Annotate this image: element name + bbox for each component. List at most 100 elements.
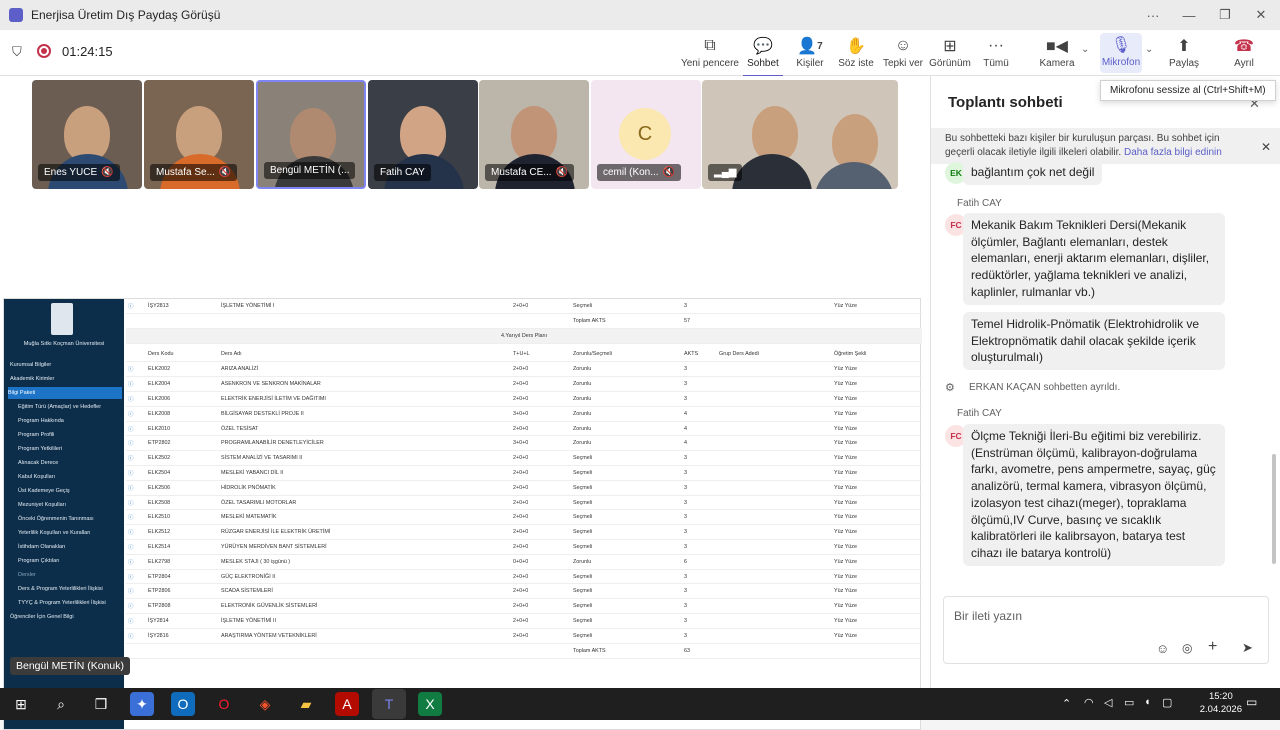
microphone-chevron-icon[interactable]: ⌄: [1145, 44, 1153, 55]
sidebar-subitem[interactable]: Yeterlilik Koşulları ve Kuralları: [18, 527, 130, 539]
sidebar-subitem[interactable]: Program Çıktıları: [18, 555, 130, 567]
brave-icon[interactable]: ◈: [253, 692, 277, 716]
table-cell: Yüz Yüze: [832, 598, 922, 615]
maximize-button[interactable]: ❐: [1208, 0, 1242, 30]
info-icon[interactable]: ⓘ: [126, 628, 146, 644]
info-icon[interactable]: ⓘ: [126, 569, 146, 585]
info-icon[interactable]: ⓘ: [126, 539, 146, 555]
sidebar-subitem[interactable]: Üst Kademeye Geçiş: [18, 485, 130, 497]
battery-icon[interactable]: ▭: [1124, 696, 1134, 709]
sidebar-subitem[interactable]: Ders & Program Yeterlilikleri İlişkisi: [18, 583, 130, 595]
more-options-icon[interactable]: ···: [1136, 0, 1170, 30]
chat-scrollbar[interactable]: [1272, 454, 1276, 564]
info-icon[interactable]: ⓘ: [126, 362, 146, 378]
wifi-icon[interactable]: ◠: [1084, 696, 1094, 709]
sidebar-subitem[interactable]: Program Profili: [18, 429, 130, 441]
table-cell: SİSTEM ANALİZİ VE TASARIMI II: [219, 450, 511, 467]
copilot-icon[interactable]: ✦: [130, 692, 154, 716]
info-icon[interactable]: ⓘ: [126, 554, 146, 570]
chat-message: Mekanik Bakım Teknikleri Dersi(Mekanik ö…: [963, 213, 1225, 305]
table-cell: ELK2506: [146, 480, 219, 496]
sidebar-subitem[interactable]: Kabul Koşulları: [18, 471, 130, 483]
table-cell: Yüz Yüze: [832, 376, 922, 393]
participant-tile[interactable]: Mustafa CE... 🔇: [479, 80, 589, 189]
close-button[interactable]: ✕: [1244, 0, 1278, 30]
outlook-icon[interactable]: O: [171, 692, 195, 716]
send-icon[interactable]: ➤: [1242, 640, 1253, 656]
share-button[interactable]: ⬆ Paylaş: [1154, 34, 1214, 74]
camera-chevron-icon[interactable]: ⌄: [1081, 44, 1089, 55]
info-icon[interactable]: ⓘ: [126, 613, 146, 629]
sidebar-subitem[interactable]: Alınacak Derece: [18, 457, 130, 469]
info-icon[interactable]: ⓘ: [126, 465, 146, 481]
opera-icon[interactable]: O: [212, 692, 236, 716]
participant-tile[interactable]: Mustafa Se... 🔇: [144, 80, 254, 189]
info-icon[interactable]: ⓘ: [126, 583, 146, 600]
microphone-icon: 🎙: [1110, 37, 1132, 54]
emoji-icon[interactable]: ☺: [1156, 641, 1169, 656]
new-window-button[interactable]: ⧉ Yeni pencere: [680, 34, 740, 74]
table-cell: 3: [682, 480, 832, 496]
sidebar-item-active[interactable]: Bilgi Paketi: [8, 387, 122, 399]
participant-tile[interactable]: Enes YUCE 🔇: [32, 80, 142, 189]
sidebar-subitem[interactable]: Program Hakkında: [18, 415, 130, 427]
info-icon[interactable]: ⓘ: [126, 450, 146, 467]
plus-icon[interactable]: +: [1208, 638, 1217, 656]
table-row: ⓘ ELK2504 MESLEKİ YABANCI DİL II 2+0+0 Seçme…: [126, 465, 922, 481]
info-icon[interactable]: ⓘ: [126, 480, 146, 496]
info-icon[interactable]: ⓘ: [126, 421, 146, 437]
table-cell: ASENKRON VE SENKRON MAKİNALAR: [219, 376, 511, 393]
info-icon[interactable]: ⓘ: [126, 495, 146, 511]
notifications-icon[interactable]: ▭: [1246, 695, 1257, 709]
participant-tile[interactable]: Fatih CAY: [368, 80, 478, 189]
acrobat-icon[interactable]: A: [335, 692, 359, 716]
info-icon[interactable]: ⓘ: [126, 598, 146, 615]
microphone-tooltip: Mikrofonu sessize al (Ctrl+Shift+M): [1100, 80, 1276, 101]
dismiss-notice-icon[interactable]: ✕: [1261, 140, 1271, 154]
sidebar-item[interactable]: Öğrenciler İçin Genel Bilgi: [10, 611, 122, 623]
file-explorer-icon[interactable]: ▰: [294, 692, 318, 716]
info-icon[interactable]: ⓘ: [126, 406, 146, 422]
sidebar-subitem[interactable]: İstihdam Olanakları: [18, 541, 130, 553]
sidebar-subitem[interactable]: Mezuniyet Koşulları: [18, 499, 130, 511]
leave-button[interactable]: ☎ Ayrıl: [1214, 34, 1274, 74]
task-view-icon[interactable]: ❒: [89, 692, 113, 716]
sidebar-item[interactable]: Kurumsal Bilgiler: [10, 359, 122, 371]
table-cell: ELEKTRONİK GÜVENLİK SİSTEMLERİ: [219, 598, 511, 615]
sidebar-subitem[interactable]: Program Yetkilileri: [18, 443, 130, 455]
sidebar-subitem[interactable]: Eğitim Türü (Amaçlar) ve Hedefler: [18, 401, 130, 413]
info-icon[interactable]: ⓘ: [126, 391, 146, 407]
excel-icon[interactable]: X: [418, 692, 442, 716]
mic-tray-icon[interactable]: ◖: [1144, 696, 1151, 708]
volume-icon[interactable]: ◁: [1104, 696, 1112, 709]
sidebar-subitem[interactable]: TYYÇ & Program Yeterlilikleri İlişkisi: [18, 597, 130, 609]
info-icon[interactable]: ⓘ: [126, 524, 146, 541]
participant-tile[interactable]: C cemil (Kon... 🔇: [591, 80, 701, 189]
system-clock[interactable]: 15:20 2.04.2026: [1200, 690, 1242, 716]
table-cell: ARAŞTIRMA YÖNTEM VETEKNİKLERİ: [219, 628, 511, 644]
microphone-button[interactable]: 🎙 Mikrofon: [1100, 33, 1142, 73]
table-cell: 3: [682, 569, 832, 585]
teams-taskbar-icon[interactable]: T: [372, 689, 406, 719]
info-icon[interactable]: ⓘ: [126, 435, 146, 452]
participant-tile-active[interactable]: Bengül METİN (...: [256, 80, 366, 189]
info-icon[interactable]: ⓘ: [126, 509, 146, 526]
search-icon[interactable]: ⌕: [49, 692, 73, 716]
camera-button[interactable]: ■◀ Kamera: [1027, 34, 1087, 74]
participant-tile[interactable]: ▂▄▆: [702, 80, 898, 189]
minimize-button[interactable]: —: [1172, 0, 1206, 30]
meeting-timer: 01:24:15: [62, 44, 113, 59]
sidebar-item[interactable]: Akademik Kirimler: [10, 373, 122, 385]
windows-start-icon[interactable]: ⊞: [9, 692, 33, 716]
chevron-up-icon[interactable]: ⌃: [1062, 697, 1071, 710]
loop-icon[interactable]: ◎: [1182, 641, 1192, 655]
info-icon[interactable]: ⓘ: [126, 299, 146, 315]
info-icon[interactable]: ⓘ: [126, 376, 146, 393]
learn-more-link[interactable]: Daha fazla bilgi edinin: [1124, 147, 1222, 158]
sidebar-subitem[interactable]: Önceki Öğrenmenin Tanınması: [18, 513, 130, 525]
more-button[interactable]: ··· Tümü: [966, 34, 1026, 74]
sidebar-subitem[interactable]: Dersler: [18, 569, 130, 581]
display-icon[interactable]: ▢: [1162, 696, 1172, 709]
shield-icon[interactable]: ⛉: [12, 44, 22, 60]
message-compose-box[interactable]: Bir ileti yazın ☺ ◎ + ➤: [943, 596, 1269, 664]
